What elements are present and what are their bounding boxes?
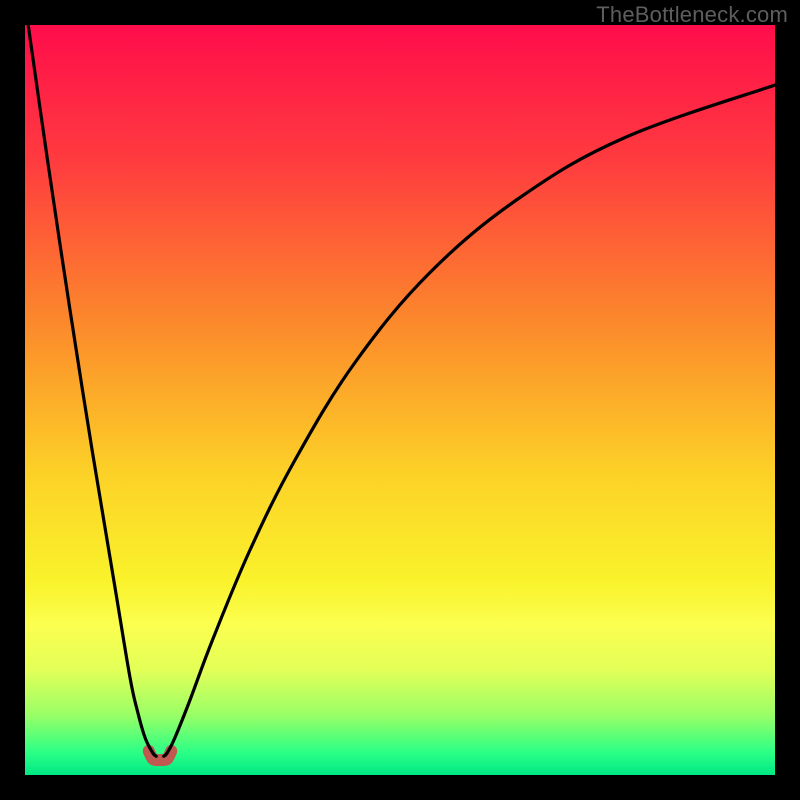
outer-frame: TheBottleneck.com	[0, 0, 800, 800]
gradient-background	[25, 25, 775, 775]
plot-area	[25, 25, 775, 775]
chart-svg	[25, 25, 775, 775]
